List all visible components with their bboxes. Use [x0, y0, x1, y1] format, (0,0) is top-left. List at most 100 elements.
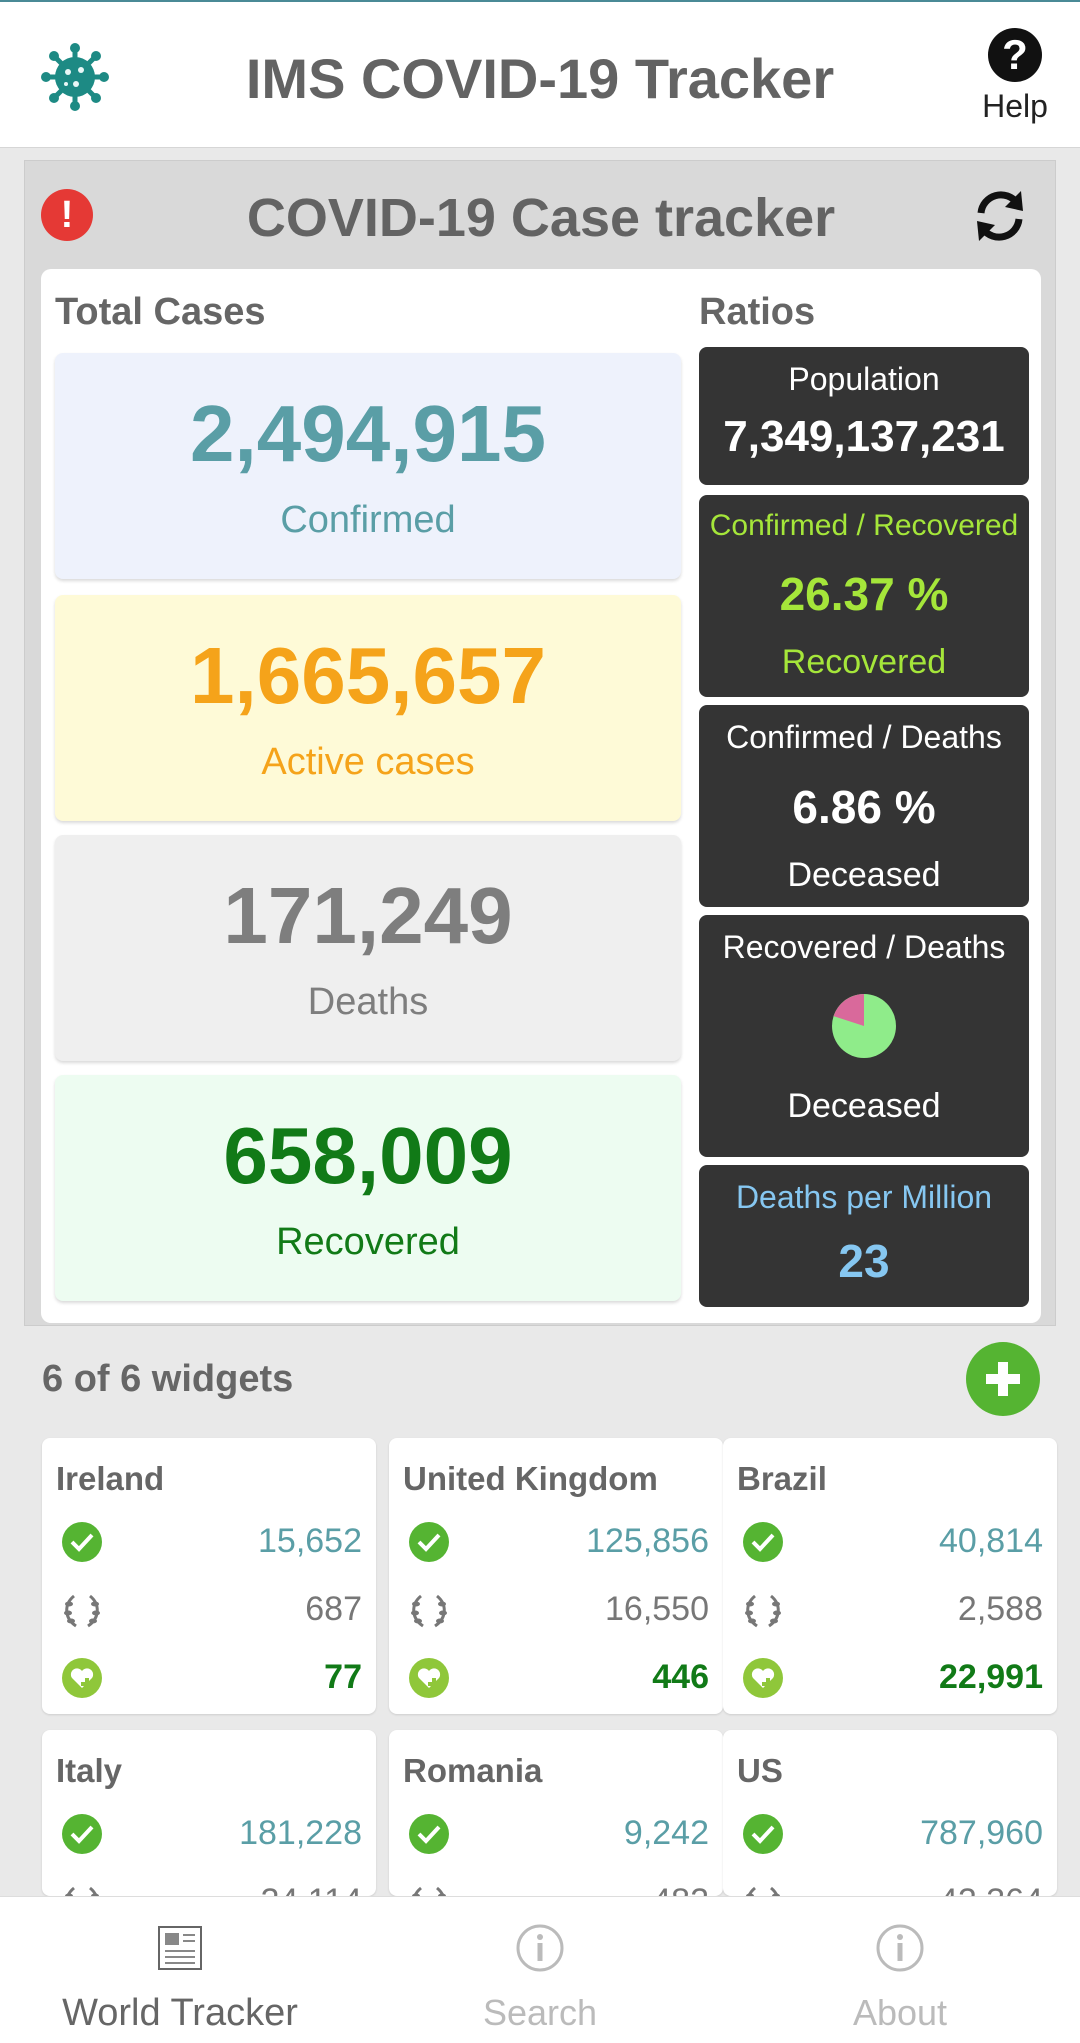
nav-search[interactable]: Search	[360, 1897, 720, 2043]
check-icon	[60, 1520, 104, 1564]
widget-recovered-row: 22,991	[737, 1652, 1043, 1702]
recovered-deaths-footer: Deceased	[787, 1087, 941, 1125]
wreath-icon	[407, 1588, 451, 1632]
population-ratio: Population 7,349,137,231	[699, 347, 1029, 485]
widget-confirmed-row: 181,228	[56, 1808, 362, 1858]
add-widget-button[interactable]	[966, 1342, 1040, 1416]
help-label: Help	[982, 88, 1048, 124]
help-button[interactable]: ? Help	[970, 28, 1060, 125]
check-icon	[60, 1812, 104, 1856]
widget-deaths-row: 2,588	[737, 1584, 1043, 1634]
country-widget-united-kingdom[interactable]: United Kingdom 125,856 16,550 446	[389, 1438, 723, 1714]
deaths-per-million-value: 23	[838, 1235, 890, 1287]
widget-country-name: United Kingdom	[403, 1460, 658, 1497]
active-value: 1,665,657	[190, 631, 546, 720]
deaths-label: Deaths	[307, 981, 429, 1023]
nav-about[interactable]: About	[720, 1897, 1080, 2043]
widget-deaths-row: 42,364	[737, 1876, 1043, 1896]
widget-deaths-value: 482	[652, 1882, 709, 1896]
check-icon	[407, 1520, 451, 1564]
check-icon	[407, 1812, 451, 1856]
widget-deaths-value: 2,588	[957, 1590, 1043, 1628]
active-label: Active cases	[261, 741, 475, 783]
widget-deaths-value: 687	[305, 1590, 362, 1628]
widget-confirmed-row: 9,242	[403, 1808, 709, 1858]
widget-confirmed-row: 787,960	[737, 1808, 1043, 1858]
widget-deaths-value: 42,364	[939, 1882, 1043, 1896]
confirmed-stat: 2,494,915 Confirmed	[55, 353, 681, 579]
info-icon	[876, 1924, 924, 1972]
wreath-icon	[741, 1880, 785, 1896]
confirmed-recovered-ratio: Confirmed / Recovered 26.37 % Recovered	[699, 495, 1029, 697]
nav-world-tracker[interactable]: World Tracker	[0, 1897, 360, 2043]
heart-plus-icon	[407, 1656, 451, 1700]
widget-confirmed-row: 40,814	[737, 1516, 1043, 1566]
confirmed-deaths-label: Confirmed / Deaths	[726, 719, 1002, 755]
widget-count-label: 6 of 6 widgets	[42, 1358, 294, 1400]
wreath-icon	[60, 1880, 104, 1896]
deaths-per-million-label: Deaths per Million	[735, 1179, 993, 1215]
population-label: Population	[788, 361, 940, 397]
country-widget-brazil[interactable]: Brazil 40,814 2,588 22,991	[723, 1438, 1057, 1714]
widget-confirmed-value: 181,228	[239, 1814, 362, 1852]
widget-confirmed-value: 40,814	[939, 1522, 1043, 1560]
recovered-deaths-ratio: Recovered / Deaths Deceased	[699, 915, 1029, 1157]
widget-recovered-value: 446	[652, 1658, 709, 1696]
nav-about-label: About	[852, 1992, 948, 2033]
help-icon: ?	[988, 28, 1042, 82]
widget-confirmed-row: 15,652	[56, 1516, 362, 1566]
tracker-content: Total Cases Ratios 2,494,915 Confirmed 1…	[41, 269, 1041, 1323]
widget-confirmed-value: 787,960	[920, 1814, 1043, 1852]
heart-plus-icon	[741, 1656, 785, 1700]
deaths-value: 171,249	[223, 871, 513, 960]
widget-deaths-value: 16,550	[605, 1590, 709, 1628]
refresh-icon[interactable]	[971, 187, 1029, 245]
recovered-stat: 658,009 Recovered	[55, 1075, 681, 1301]
widget-deaths-row: 687	[56, 1584, 362, 1634]
bottom-navigation: World Tracker Search About	[0, 1896, 1080, 2043]
country-widget-romania[interactable]: Romania 9,242 482	[389, 1730, 723, 1896]
deaths-per-million-ratio: Deaths per Million 23	[699, 1165, 1029, 1307]
confirmed-label: Confirmed	[280, 499, 456, 541]
confirmed-deaths-value: 6.86 %	[792, 781, 936, 833]
widget-country-name: Ireland	[56, 1460, 165, 1497]
recovered-value: 658,009	[223, 1111, 513, 1200]
ratios-label: Ratios	[699, 291, 816, 333]
confirmed-value: 2,494,915	[190, 389, 546, 478]
wreath-icon	[407, 1880, 451, 1896]
active-stat: 1,665,657 Active cases	[55, 595, 681, 821]
newspaper-icon	[158, 1926, 202, 1970]
recovered-label: Recovered	[276, 1221, 460, 1263]
widget-country-name: US	[737, 1752, 783, 1789]
widget-country-name: Romania	[403, 1752, 543, 1789]
widget-confirmed-row: 125,856	[403, 1516, 709, 1566]
widget-recovered-value: 77	[324, 1658, 362, 1696]
widget-confirmed-value: 125,856	[586, 1522, 709, 1560]
widget-deaths-row: 16,550	[403, 1584, 709, 1634]
widget-recovered-value: 22,991	[939, 1658, 1043, 1696]
recovered-deaths-pie	[832, 994, 896, 1058]
widget-recovered-row: 446	[403, 1652, 709, 1702]
app-header: IMS COVID-19 Tracker ? Help	[0, 2, 1080, 148]
widget-country-name: Italy	[56, 1752, 123, 1789]
wreath-icon	[60, 1588, 104, 1632]
widget-confirmed-value: 9,242	[623, 1814, 709, 1852]
confirmed-recovered-footer: Recovered	[781, 643, 947, 681]
nav-search-label: Search	[482, 1992, 598, 2033]
population-value: 7,349,137,231	[723, 412, 1005, 461]
confirmed-recovered-value: 26.37 %	[779, 568, 949, 620]
widget-deaths-value: 24,114	[261, 1882, 362, 1896]
widget-deaths-row: 482	[403, 1876, 709, 1896]
tracker-title: COVID-19 Case tracker	[246, 188, 836, 248]
confirmed-deaths-ratio: Confirmed / Deaths 6.86 % Deceased	[699, 705, 1029, 907]
info-icon	[516, 1924, 564, 1972]
check-icon	[741, 1520, 785, 1564]
confirmed-deaths-footer: Deceased	[787, 856, 941, 894]
wreath-icon	[741, 1588, 785, 1632]
case-tracker-card: ! COVID-19 Case tracker Total Cases Rati…	[24, 160, 1056, 1326]
country-widget-ireland[interactable]: Ireland 15,652 687 77	[42, 1438, 376, 1714]
country-widget-italy[interactable]: Italy 181,228 24,114	[42, 1730, 376, 1896]
country-widget-us[interactable]: US 787,960 42,364	[723, 1730, 1057, 1896]
widget-country-name: Brazil	[737, 1460, 827, 1497]
app-title: IMS COVID-19 Tracker	[245, 47, 835, 110]
